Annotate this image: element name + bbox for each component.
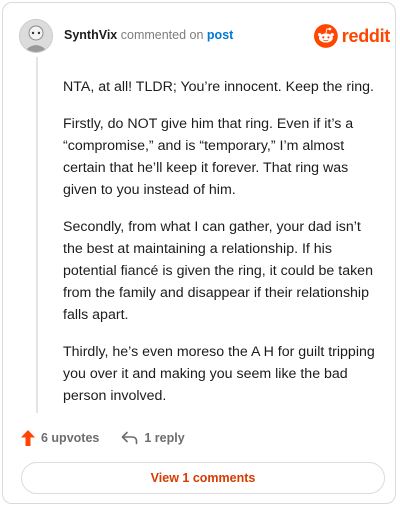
- action-text: commented on: [120, 28, 204, 42]
- view-comments-label: View 1 comments: [150, 471, 256, 485]
- comment-paragraph: NTA, at all! TLDR; You’re innocent. Keep…: [63, 79, 374, 95]
- reddit-snoo-icon: [314, 24, 338, 48]
- reddit-logo[interactable]: reddit: [314, 23, 390, 49]
- reply-arrow-icon: [122, 431, 138, 445]
- comment-card: SynthVix commented on post reddit NTA, a…: [2, 2, 396, 504]
- view-comments-button[interactable]: View 1 comments: [21, 462, 385, 494]
- comment-paragraph: Secondly, from what I can gather, your d…: [63, 219, 373, 323]
- avatar[interactable]: [19, 19, 53, 53]
- reply-button[interactable]: 1 reply: [121, 431, 185, 445]
- post-link[interactable]: post: [207, 28, 233, 42]
- thread-line[interactable]: [36, 57, 38, 413]
- reply-count: 1 reply: [144, 431, 185, 445]
- comment-actions: 6 upvotes 1 reply: [21, 428, 185, 448]
- upvote-arrow-icon: [21, 430, 35, 446]
- author-name[interactable]: SynthVix: [64, 28, 117, 42]
- comment-body: NTA, at all! TLDR; You’re innocent. Keep…: [63, 76, 381, 422]
- comment-header: SynthVix commented on post: [64, 28, 233, 42]
- upvote-count: 6 upvotes: [41, 431, 100, 445]
- avatar-icon: [20, 20, 52, 52]
- reddit-wordmark: reddit: [341, 25, 391, 46]
- comment-paragraph: Firstly, do NOT give him that ring. Even…: [63, 116, 354, 198]
- comment-paragraph: Thirdly, he’s even moreso the A H for gu…: [63, 344, 375, 404]
- upvote-button[interactable]: 6 upvotes: [21, 430, 99, 446]
